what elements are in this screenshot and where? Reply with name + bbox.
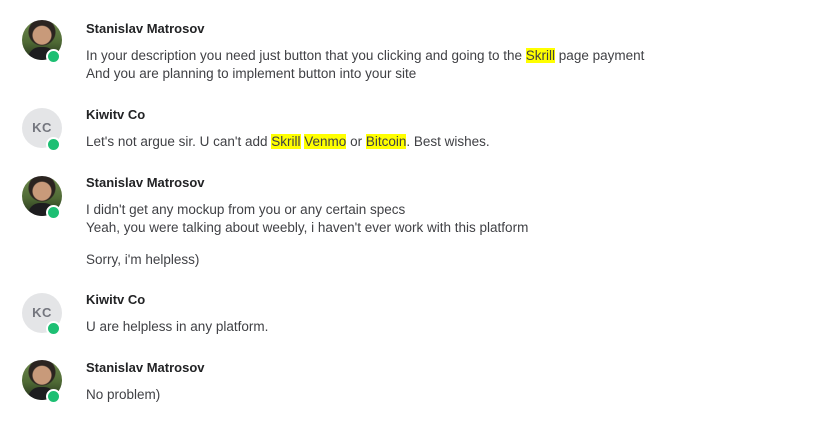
message-text: Sorry, i'm helpless) (86, 252, 200, 267)
text-segment: page payment (555, 48, 645, 63)
message-text: No problem) (86, 387, 161, 402)
text-segment: . Best wishes. (406, 134, 490, 149)
online-status-icon (46, 49, 61, 64)
message-text: Let's not argue sir. U can't add Skrill … (86, 134, 490, 149)
highlighted-keyword: Bitcoin (365, 134, 407, 149)
message-text: I didn't get any mockup from you or any … (86, 202, 406, 217)
text-segment: or (346, 134, 366, 149)
highlighted-keyword: Skrill (271, 134, 301, 149)
online-status-icon (46, 321, 61, 336)
message-text: And you are planning to implement button… (86, 66, 417, 81)
text-segment: In your description you need just button… (86, 48, 526, 63)
sender-name[interactable]: Stanislav Matrosov (86, 21, 205, 36)
sender-name[interactable]: Kiwitv Co (86, 107, 145, 122)
text-segment: Let's not argue sir. U can't add (86, 134, 272, 149)
highlighted-keyword: Venmo (304, 134, 347, 149)
sender-name[interactable]: Stanislav Matrosov (86, 360, 205, 375)
sender-name[interactable]: Stanislav Matrosov (86, 175, 205, 190)
sender-name[interactable]: Kiwitv Co (86, 292, 145, 307)
highlighted-keyword: Skrill (525, 48, 556, 63)
message-text: U are helpless in any platform. (86, 319, 269, 334)
online-status-icon (46, 137, 61, 152)
online-status-icon (46, 205, 61, 220)
online-status-icon (46, 389, 61, 404)
message-text: Yeah, you were talking about weebly, i h… (86, 220, 529, 235)
message-text: In your description you need just button… (86, 48, 644, 63)
message-thread: Stanislav Matrosov In your description y… (0, 0, 822, 424)
